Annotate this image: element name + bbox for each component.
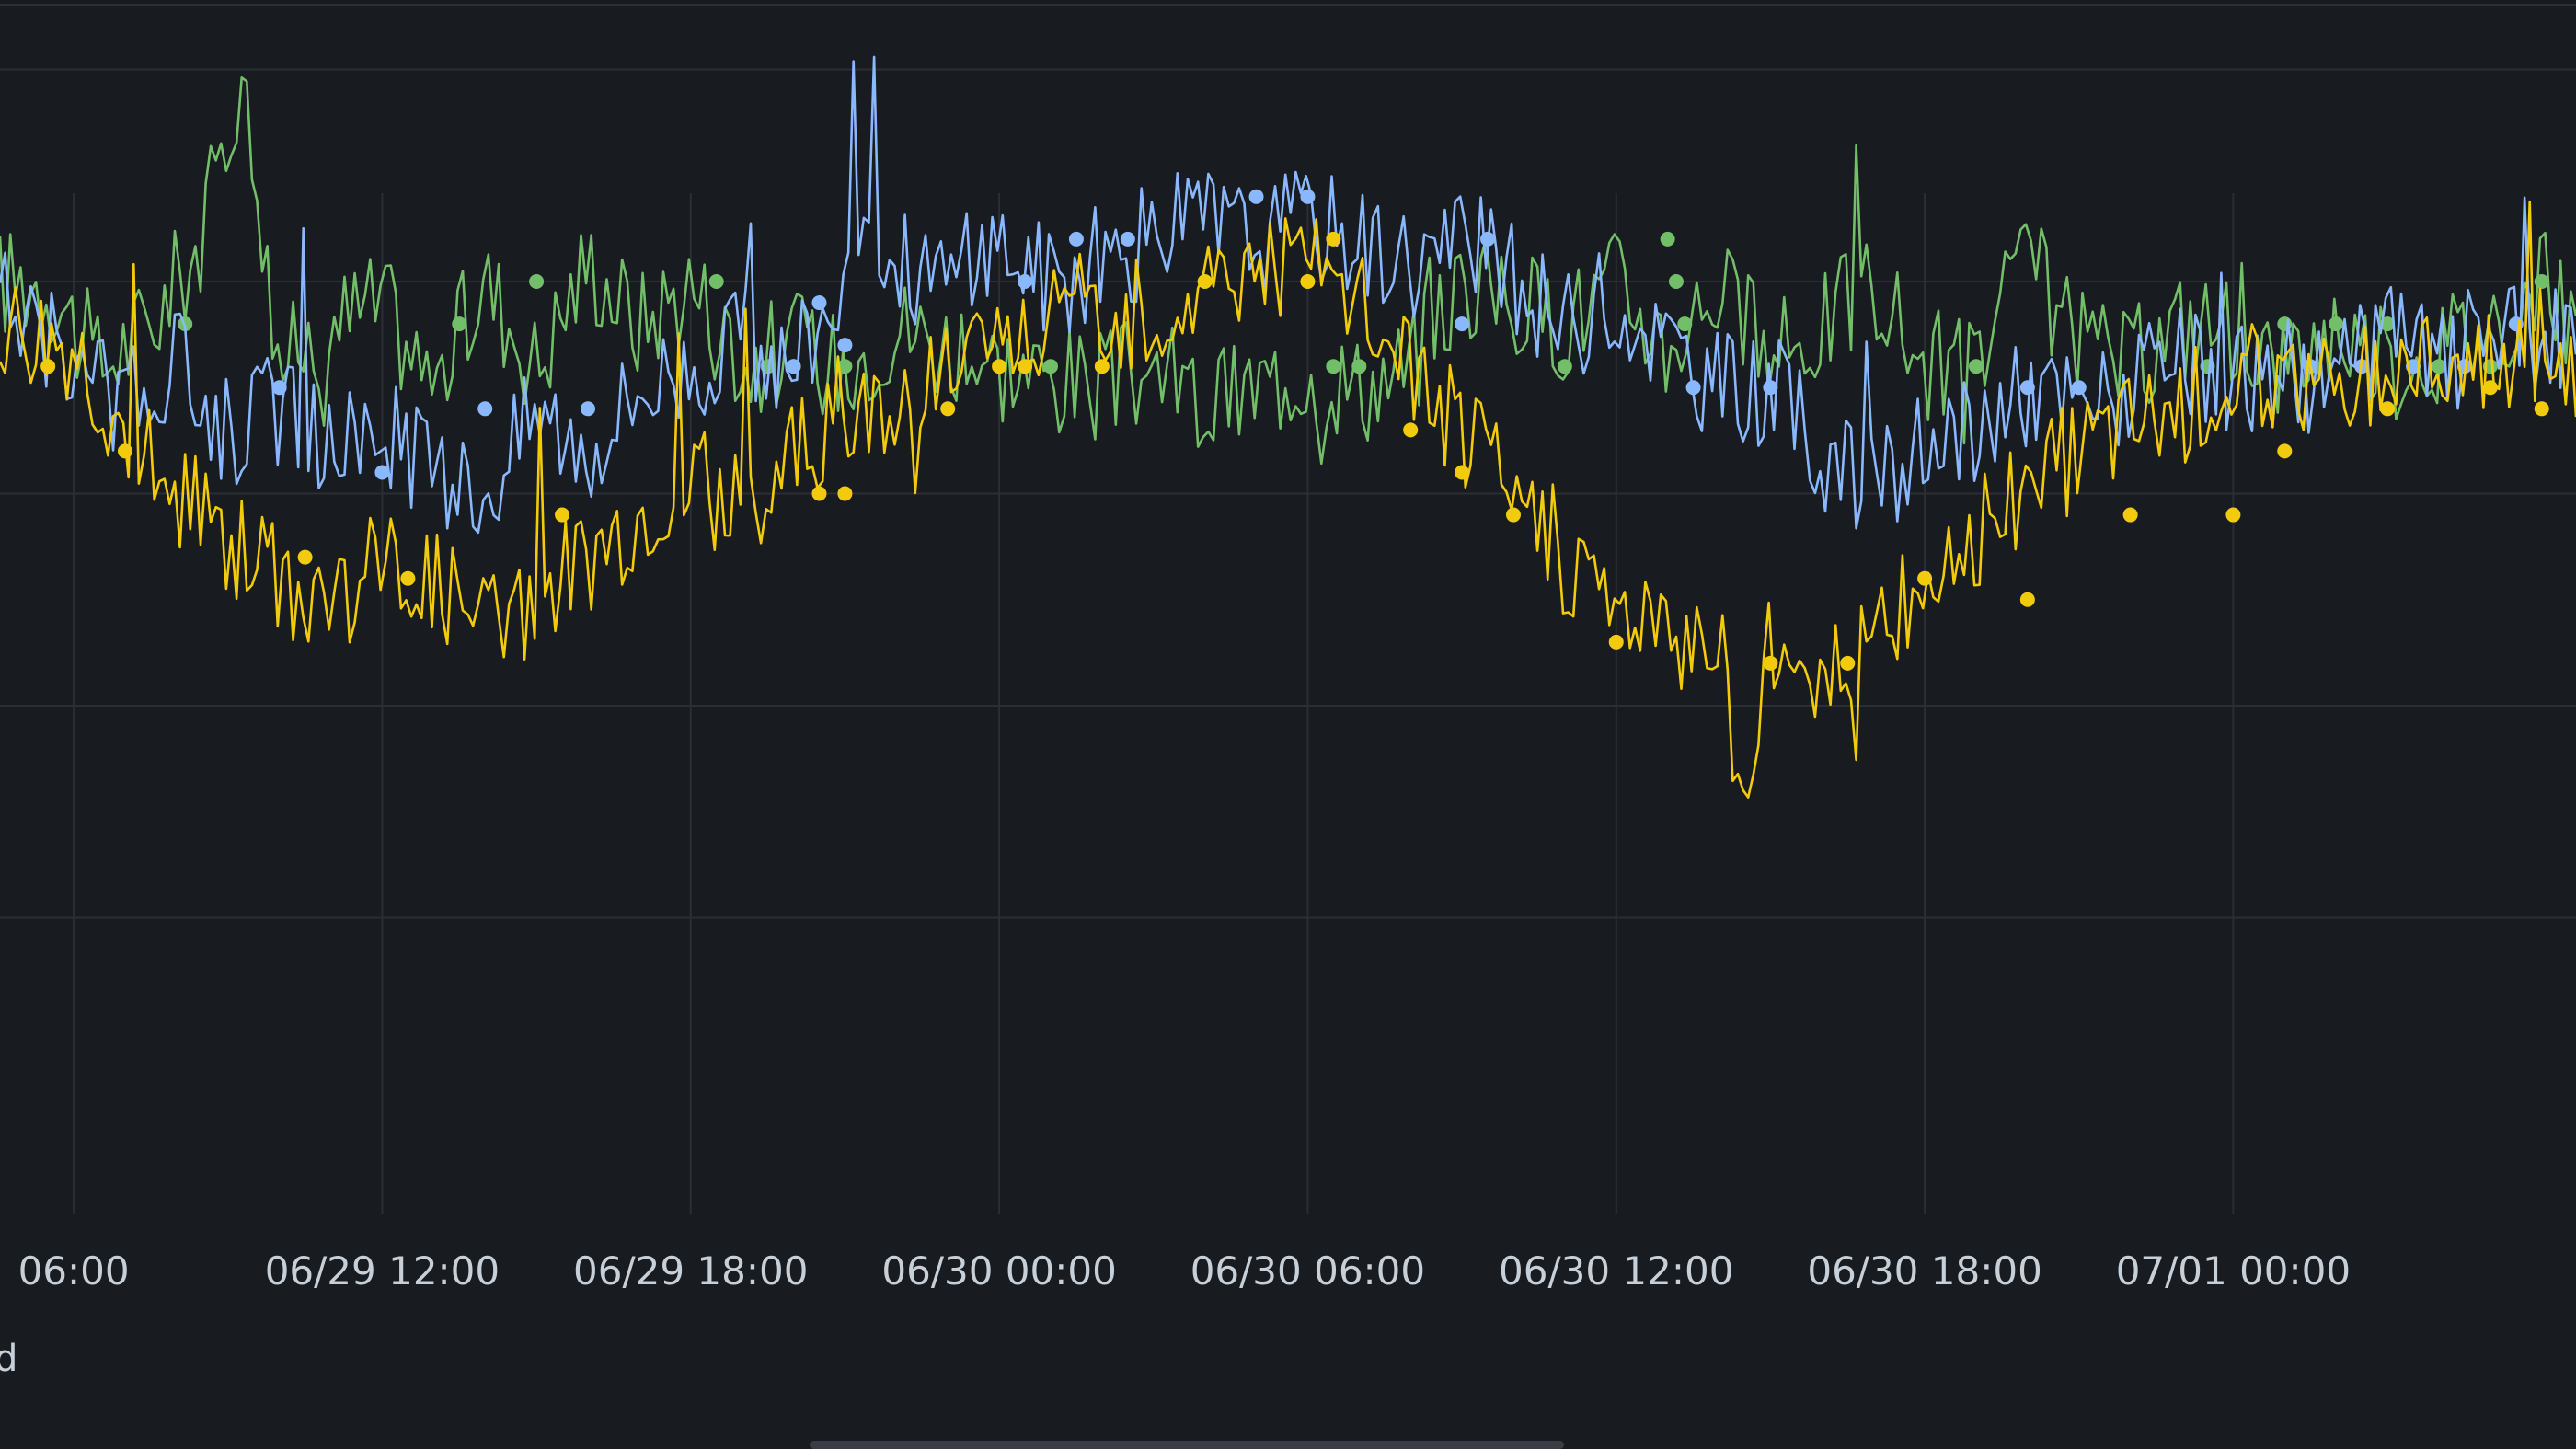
series-2-point [555, 507, 570, 523]
series-2-point [1840, 655, 1856, 671]
series-2-point [1300, 274, 1316, 289]
x-tick-label: 06/29 18:00 [573, 1248, 808, 1294]
series-2-point [1403, 422, 1419, 438]
x-tick-label: 06/30 06:00 [1190, 1248, 1425, 1294]
series-0-point [708, 274, 724, 289]
series-0-point [1557, 359, 1572, 374]
series-2-point [1763, 655, 1778, 671]
time-series-chart[interactable]: 06:00 06/29 12:00 06/29 18:00 06/30 00:00 06… [0, 0, 2576, 1449]
series-2-point [1917, 570, 1933, 586]
series-0-point [2534, 274, 2549, 289]
series-1-point [1068, 231, 1084, 247]
series-1-point [2019, 380, 2035, 396]
series-2-point [992, 359, 1007, 374]
x-tick-label: 06/30 18:00 [1807, 1248, 2041, 1294]
series-2-point [1608, 634, 1624, 650]
series-2-point [1018, 359, 1033, 374]
x-tick-label: 07/01 00:00 [2116, 1248, 2351, 1294]
series-1-point [1018, 274, 1033, 289]
series-0-point [529, 274, 545, 289]
series-1-point [786, 359, 801, 374]
x-tick-label: 06/29 12:00 [265, 1248, 500, 1294]
series-2-point [2019, 592, 2035, 607]
series-2-point [2534, 401, 2549, 417]
series-2-point [1326, 231, 1341, 247]
series-0-point [1660, 231, 1675, 247]
series-2-point [400, 570, 416, 586]
series-2-point [2380, 401, 2396, 417]
series-1-point [2071, 380, 2087, 396]
series-1-point [477, 401, 493, 417]
series-2-line [0, 200, 2576, 799]
series-2-point [2277, 443, 2293, 459]
series-0-point [1351, 359, 1367, 374]
series-1-point [1480, 231, 1496, 247]
x-tick-label: 06/30 12:00 [1499, 1248, 1733, 1294]
series-1-point [811, 295, 827, 311]
series-2-point [117, 443, 132, 459]
series-1-point [580, 401, 595, 417]
series-1-point [1120, 231, 1135, 247]
series-1-point [1455, 316, 1470, 332]
series-0-point [1326, 359, 1341, 374]
series-1-point [1763, 380, 1778, 396]
series-1-point [1685, 380, 1701, 396]
series-2-point [1094, 359, 1110, 374]
series-0-point [1968, 359, 1984, 374]
series-1-point [1300, 189, 1316, 204]
series-2-point [811, 486, 827, 501]
series-2-point [940, 401, 956, 417]
series-2-point [2482, 380, 2498, 396]
series-2-point [297, 549, 313, 565]
series-1-point [837, 338, 853, 353]
time-series-panel: 06:00 06/29 12:00 06/29 18:00 06/30 00:00 06… [0, 0, 2576, 1449]
x-tick-label: 06:00 [18, 1248, 130, 1294]
series-1-point [1248, 189, 1264, 204]
series-0-point [1042, 359, 1058, 374]
series-2-point [1197, 274, 1213, 289]
series-1-line [0, 55, 2576, 535]
series-1-point [374, 465, 390, 480]
horizontal-scrollbar[interactable] [810, 1441, 1564, 1449]
series-2-point [1505, 507, 1521, 523]
series-0-point [452, 316, 467, 332]
series-1-point [271, 380, 287, 396]
series-2-point [1455, 465, 1470, 480]
series-2-point [40, 359, 56, 374]
series-2-point [2225, 507, 2241, 523]
series-0-point [1677, 316, 1693, 332]
series-2-point [2122, 507, 2138, 523]
series-2-point [837, 486, 853, 501]
legend-item-label[interactable]: d [0, 1336, 17, 1382]
x-tick-label: 06/30 00:00 [881, 1248, 1116, 1294]
series-0-point [1668, 274, 1684, 289]
series-0-point [2329, 316, 2344, 332]
